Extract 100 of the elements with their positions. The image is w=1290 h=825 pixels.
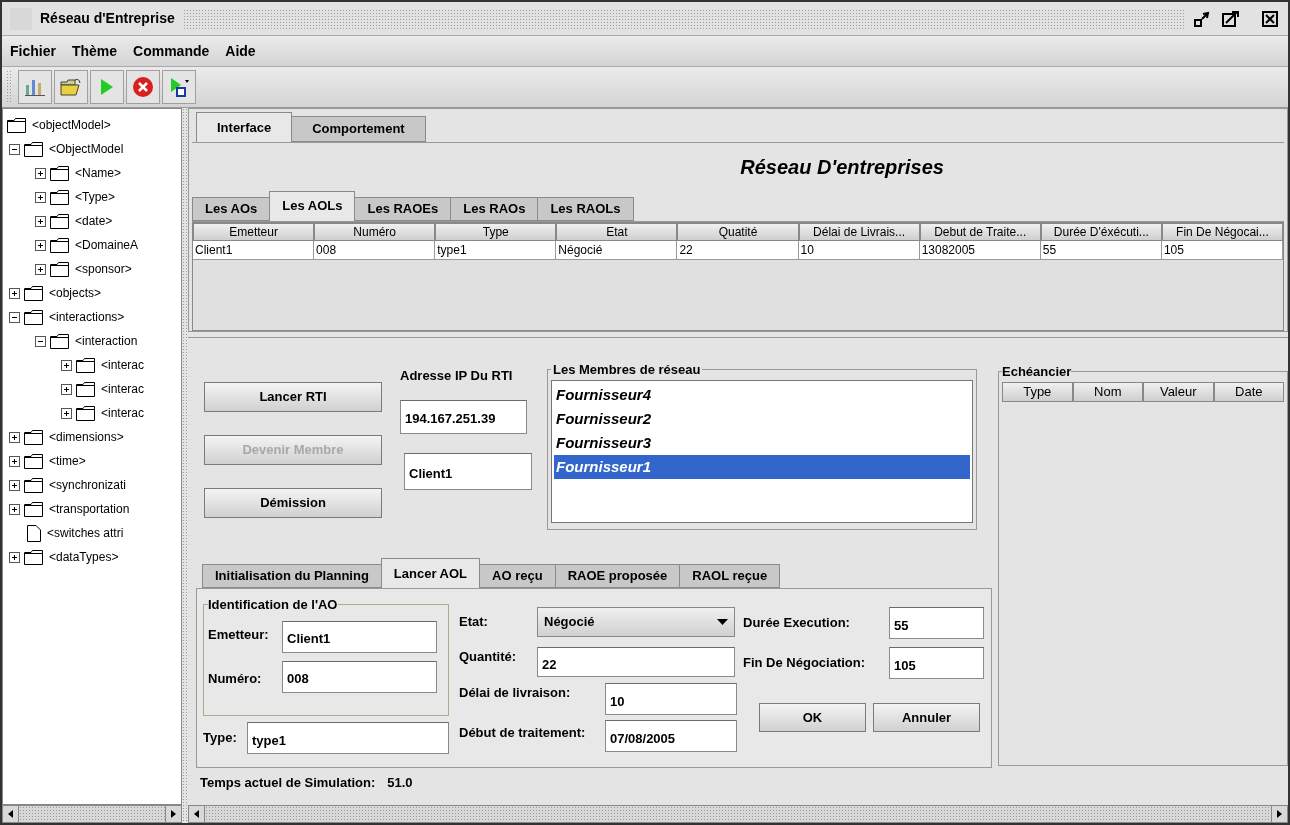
right-arrow-icon — [171, 810, 176, 818]
tab[interactable]: RAOL reçue — [679, 564, 781, 588]
delivery-field[interactable]: 10 — [605, 683, 737, 715]
tree-item[interactable]: <interac — [101, 404, 145, 422]
column-header[interactable]: Numéro — [314, 222, 436, 241]
expand-icon[interactable] — [61, 383, 72, 395]
expand-icon[interactable] — [61, 407, 72, 419]
horizontal-scrollbar[interactable] — [2, 805, 182, 823]
expand-icon[interactable] — [35, 215, 46, 227]
menu-item[interactable]: Commande — [133, 40, 210, 62]
field-label: Emetteur: — [208, 625, 270, 644]
expand-icon[interactable] — [9, 431, 20, 443]
expand-icon[interactable] — [61, 359, 72, 371]
column-header[interactable]: Délai de Livrais... — [798, 222, 920, 241]
column-header[interactable]: Fin De Négocai... — [1161, 222, 1283, 241]
expand-icon[interactable] — [35, 239, 46, 251]
tree-item[interactable]: <transportation — [49, 500, 130, 518]
scroll-thumb[interactable] — [19, 806, 165, 822]
button[interactable]: Annuler — [873, 703, 980, 732]
collapse-icon[interactable] — [9, 311, 20, 323]
tab[interactable]: Comportement — [291, 116, 426, 142]
state-dropdown[interactable]: Négocié — [537, 607, 735, 637]
tree-item[interactable]: <interac — [101, 380, 145, 398]
expand-icon[interactable] — [9, 479, 20, 491]
folder-icon — [24, 141, 43, 157]
column-header[interactable]: Valeur — [1143, 381, 1214, 402]
tree-item[interactable]: <dataTypes> — [49, 548, 119, 566]
tab[interactable]: AO reçu — [479, 564, 556, 588]
tree-item[interactable]: <interactions> — [49, 308, 125, 326]
folder-icon — [50, 237, 69, 253]
quantity-field[interactable]: 22 — [537, 647, 735, 677]
list-item[interactable]: Fournisseur2 — [554, 406, 970, 431]
menu-item[interactable]: Thème — [71, 40, 118, 62]
column-header[interactable]: Emetteur — [193, 222, 315, 241]
tree-item[interactable]: <objectModel> — [32, 116, 111, 134]
tree-item[interactable]: <interaction — [75, 332, 138, 350]
tab[interactable]: Les RAOEs — [354, 196, 452, 221]
duration-field[interactable]: 55 — [889, 607, 984, 639]
tree-item[interactable]: <dimensions> — [49, 428, 124, 446]
graph-button[interactable] — [18, 70, 52, 104]
column-header[interactable]: Durée D'éxécuti... — [1040, 222, 1162, 241]
column-header[interactable]: Nom — [1072, 381, 1143, 402]
document-icon — [27, 524, 41, 542]
tree-item[interactable]: <DomaineA — [75, 236, 139, 254]
maximize-icon[interactable] — [1222, 10, 1242, 27]
list-item[interactable]: Fournisseur1 — [554, 454, 970, 479]
list-item[interactable]: Fournisseur4 — [554, 382, 970, 407]
close-icon[interactable] — [1262, 10, 1280, 27]
expand-icon[interactable] — [35, 167, 46, 179]
expand-icon[interactable] — [9, 287, 20, 299]
stop-button[interactable] — [126, 70, 160, 104]
tree-item[interactable]: <ObjectModel — [49, 140, 124, 158]
column-header[interactable]: Quatité — [677, 222, 799, 241]
tab[interactable]: Initialisation du Planning — [202, 564, 382, 588]
column-header[interactable]: Type — [435, 222, 557, 241]
tree-item[interactable]: <Type> — [75, 188, 116, 206]
column-header[interactable]: Debut de Traite... — [919, 222, 1041, 241]
table-cell: Client1 — [193, 240, 315, 260]
tab[interactable]: Interface — [196, 112, 293, 142]
column-header[interactable]: Etat — [556, 222, 678, 241]
expand-icon[interactable] — [35, 263, 46, 275]
expand-icon[interactable] — [35, 191, 46, 203]
column-header[interactable]: Type — [1002, 381, 1073, 402]
expand-icon[interactable] — [9, 503, 20, 515]
menu-item[interactable]: Aide — [225, 40, 256, 62]
tab[interactable]: Les AOs — [192, 196, 271, 221]
button[interactable]: OK — [759, 703, 866, 732]
tree-item[interactable]: <time> — [49, 452, 86, 470]
ip-field[interactable]: 194.167.251.39 — [400, 399, 527, 434]
tree-item[interactable]: <sponsor> — [75, 260, 132, 278]
list-item[interactable]: Fournisseur3 — [554, 430, 970, 455]
tab[interactable]: Les AOLs — [269, 190, 356, 221]
open-button[interactable] — [54, 70, 88, 104]
tab[interactable]: Les RAOs — [450, 196, 539, 221]
name-field[interactable]: Client1 — [404, 452, 532, 490]
negotiation-end-field[interactable]: 105 — [889, 647, 984, 679]
tree-item[interactable]: <objects> — [49, 284, 102, 302]
expand-icon[interactable] — [9, 551, 20, 563]
tree-item[interactable]: <synchronizati — [49, 476, 127, 494]
button[interactable]: Démission — [204, 488, 382, 518]
expand-icon[interactable] — [9, 455, 20, 467]
collapse-icon[interactable] — [35, 335, 46, 347]
tab[interactable]: Les RAOLs — [537, 196, 634, 221]
emitter-field[interactable]: Client1 — [282, 620, 437, 653]
start-field[interactable]: 07/08/2005 — [605, 720, 737, 752]
tree-item[interactable]: <interac — [101, 356, 145, 374]
menu-item[interactable]: Fichier — [10, 40, 56, 62]
collapse-icon[interactable] — [9, 143, 20, 155]
ip-label: Adresse IP Du RTI — [400, 367, 514, 385]
tree-item[interactable]: <Name> — [75, 164, 122, 182]
number-field[interactable]: 008 — [282, 660, 437, 693]
tab[interactable]: RAOE proposée — [554, 564, 681, 588]
tree-item[interactable]: <switches attri — [47, 524, 124, 542]
type-field[interactable]: type1 — [247, 722, 449, 754]
tree-item[interactable]: <date> — [75, 212, 113, 230]
tab[interactable]: Lancer AOL — [380, 558, 481, 588]
button[interactable]: Lancer RTI — [204, 382, 382, 412]
column-header[interactable]: Date — [1213, 381, 1284, 402]
stop-icon — [132, 76, 154, 98]
run-select-button[interactable] — [162, 70, 196, 104]
